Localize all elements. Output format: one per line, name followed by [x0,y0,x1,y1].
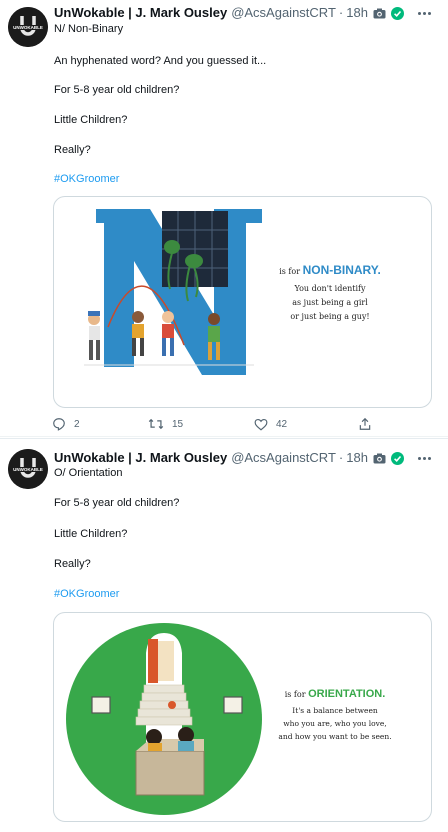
avatar[interactable]: UNWOKABLE [8,7,48,47]
tweet-actions: 2 15 42 [52,414,392,434]
hashtag-link[interactable]: #OKGroomer [54,587,119,601]
reply-icon [53,418,65,431]
verified-check-icon [390,6,404,20]
display-name[interactable]: UnWokable | J. Mark Ousley [54,450,227,466]
retweet-count: 15 [172,418,184,430]
tweet-text-line: O/ Orientation [54,467,123,479]
retweet-icon [148,418,164,430]
retweet-button[interactable]: 15 [148,414,183,434]
reply-count: 2 [74,418,80,430]
caption-lead: is for [279,267,301,276]
caption-line: It's a balance between [292,706,378,715]
more-options-icon[interactable] [414,6,434,20]
caption-line: as just being a girl [292,298,368,307]
tweet-text-line: Little Children? [54,528,128,540]
caption-line: or just being a guy! [290,312,370,321]
tweet-image[interactable]: is for NON-BINARY. You don't identify as… [53,196,432,408]
timestamp[interactable]: 18h [346,5,368,21]
tweet-text-line: Really? [54,558,91,570]
heart-icon [254,418,268,430]
separator-dot: · [338,5,344,20]
avatar-text: UNWOKABLE [13,25,43,30]
tweet-text-line: Little Children? [54,114,128,126]
caption-lead: is for [284,690,306,699]
caption-line: You don't identify [294,284,366,293]
tweet[interactable]: UNWOKABLE UnWokable | J. Mark Ousley @Ac… [0,438,448,832]
tweet-text-line: For 5-8 year old children? [54,84,180,96]
handle[interactable]: @AcsAgainstCRT [231,5,336,21]
retweet-button[interactable] [148,828,164,832]
tweet-header: UnWokable | J. Mark Ousley @AcsAgainstCR… [54,5,404,21]
camera-icon [373,8,386,19]
tweet-text-line: For 5-8 year old children? [54,497,180,509]
handle[interactable]: @AcsAgainstCRT [231,450,336,466]
caption-line: who you are, who you love, [283,719,387,728]
caption-title: ORIENTATION. [308,688,386,700]
avatar-text: UNWOKABLE [13,467,43,472]
camera-icon [373,453,386,464]
reply-button[interactable] [52,828,66,832]
share-icon [359,417,371,430]
like-count: 42 [276,418,288,430]
reply-button[interactable]: 2 [52,414,80,434]
tweet-actions [52,828,392,832]
image-caption: is for NON-BINARY. You don't identify as… [272,263,388,324]
tweet-header: UnWokable | J. Mark Ousley @AcsAgainstCR… [54,450,404,466]
separator-dot: · [338,450,344,465]
tweet-text-line: An hyphenated word? And you guessed it..… [54,55,267,67]
tweet-text-line: N/ Non-Binary [54,23,124,35]
display-name[interactable]: UnWokable | J. Mark Ousley [54,5,227,21]
tweet-image[interactable]: is for ORIENTATION. It's a balance betwe… [53,612,432,822]
like-button[interactable]: 42 [254,414,287,434]
caption-title: NON-BINARY. [302,263,381,277]
verified-check-icon [390,451,404,465]
share-button[interactable] [358,828,372,832]
tweet-text-line: Really? [54,144,91,156]
timestamp[interactable]: 18h [346,450,368,466]
like-button[interactable] [254,828,268,832]
caption-line: and how you want to be seen. [278,732,392,741]
image-caption: is for ORIENTATION. It's a balance betwe… [268,687,402,743]
avatar[interactable]: UNWOKABLE [8,449,48,489]
hashtag-link[interactable]: #OKGroomer [54,172,119,186]
share-button[interactable] [358,414,372,434]
more-options-icon[interactable] [414,451,434,465]
tweet[interactable]: UNWOKABLE UnWokable | J. Mark Ousley @Ac… [0,0,448,437]
